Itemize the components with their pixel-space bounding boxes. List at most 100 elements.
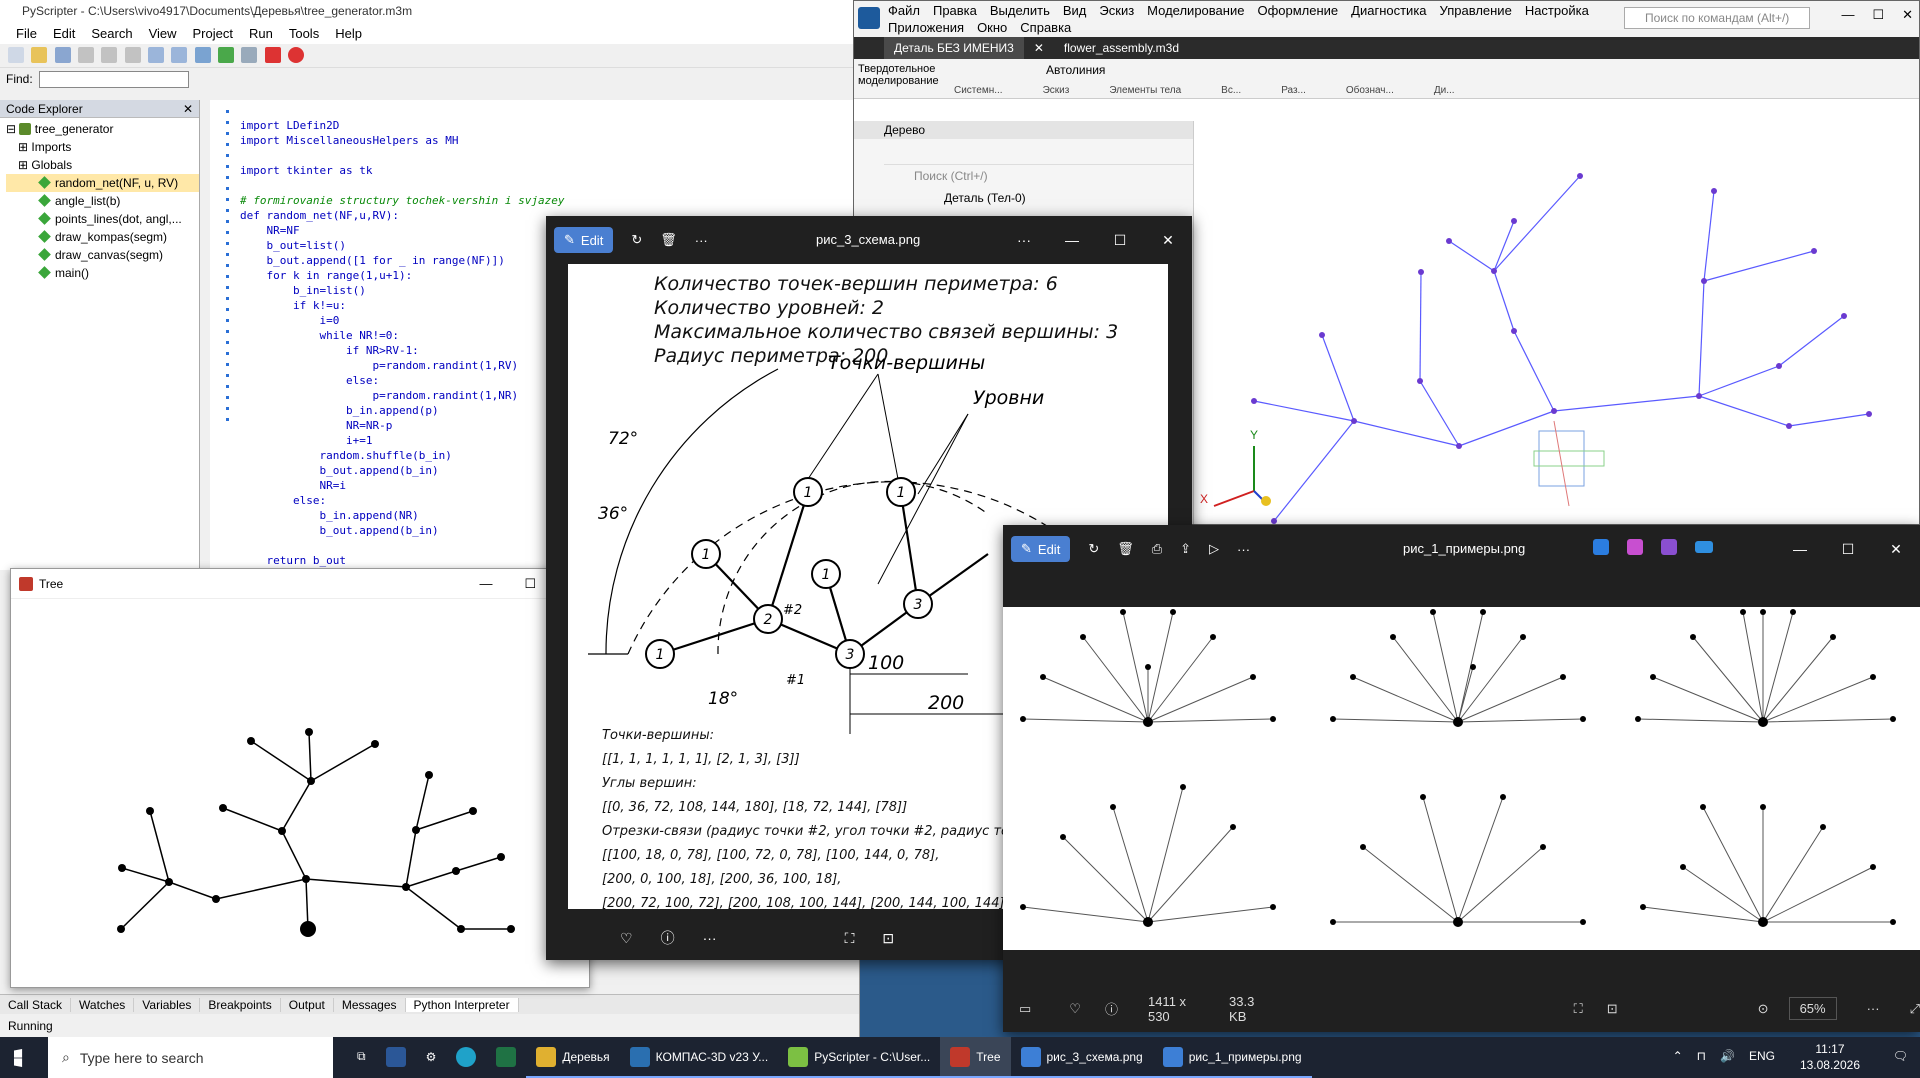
more-icon[interactable]: ··· xyxy=(1867,1001,1880,1016)
tree-item-draw-canvas[interactable]: draw_canvas(segm) xyxy=(6,246,199,264)
word-icon[interactable] xyxy=(376,1037,416,1078)
ribbon-group[interactable]: Вс... xyxy=(1221,85,1241,96)
maximize-icon[interactable]: ☐ xyxy=(1872,7,1884,23)
menu-help[interactable]: Help xyxy=(327,26,370,41)
autoline-label[interactable]: Автолиния xyxy=(1046,63,1105,77)
k-menu-file[interactable]: Файл xyxy=(888,3,920,18)
minimize-icon[interactable]: — xyxy=(1776,525,1824,573)
close-icon[interactable]: ✕ xyxy=(1872,525,1920,573)
delete-icon[interactable]: 🗑 xyxy=(660,232,677,248)
mode-label[interactable]: Твердотельное моделирование xyxy=(858,63,944,87)
more-icon[interactable]: ··· xyxy=(1237,542,1250,557)
more-icon[interactable]: ··· xyxy=(703,930,717,946)
filmstrip-icon[interactable]: ▭ xyxy=(1019,1001,1031,1017)
tab-output[interactable]: Output xyxy=(281,997,334,1012)
taskbar-app[interactable]: рис_1_примеры.png xyxy=(1152,1037,1312,1078)
tree-canvas[interactable] xyxy=(11,599,590,988)
language-indicator[interactable]: ENG xyxy=(1749,1049,1775,1063)
find-input[interactable] xyxy=(38,70,189,88)
breakpoint-icon[interactable] xyxy=(288,47,305,63)
menu-search[interactable]: Search xyxy=(83,26,140,41)
taskbar-search[interactable]: ⌕ Type here to search xyxy=(48,1037,333,1078)
tree-root-detail[interactable]: Деталь (Тел-0) xyxy=(944,187,1193,209)
undo-icon[interactable] xyxy=(148,47,165,63)
ribbon-group[interactable]: Системн... xyxy=(954,85,1003,96)
k-menu-design[interactable]: Оформление xyxy=(1257,3,1338,18)
tree-group-imports[interactable]: ⊞ Imports xyxy=(6,138,199,156)
scan-icon[interactable]: ⊡ xyxy=(1607,1001,1618,1017)
tab-close-icon[interactable]: ✕ xyxy=(1024,37,1054,59)
editor-icon[interactable] xyxy=(1661,539,1677,555)
tree-item-draw-kompas[interactable]: draw_kompas(segm) xyxy=(6,228,199,246)
task-view-icon[interactable]: ⧉ xyxy=(347,1037,376,1078)
maximize-icon[interactable]: ☐ xyxy=(1824,525,1872,573)
menu-tools[interactable]: Tools xyxy=(281,26,327,41)
edit-button[interactable]: ✎ Edit xyxy=(1011,536,1071,562)
k-menu-apps[interactable]: Приложения xyxy=(888,20,964,35)
edge-icon[interactable] xyxy=(446,1037,486,1078)
tab-watches[interactable]: Watches xyxy=(71,997,135,1012)
tab-flower-assembly[interactable]: flower_assembly.m3d xyxy=(1054,37,1189,59)
tab-breakpoints[interactable]: Breakpoints xyxy=(200,997,281,1012)
zoom-level[interactable]: 65% xyxy=(1788,997,1837,1020)
rotate-icon[interactable]: ↻ xyxy=(631,232,642,248)
tree-search[interactable]: Поиск (Ctrl+/) xyxy=(914,165,1193,187)
fit-icon[interactable]: ⛶ xyxy=(1574,1001,1583,1017)
tab-python-interpreter[interactable]: Python Interpreter xyxy=(405,997,519,1012)
debug-icon[interactable] xyxy=(241,47,258,63)
favorite-icon[interactable]: ♡ xyxy=(620,930,633,947)
tab-detail[interactable]: Деталь БЕЗ ИМЕНИ3 xyxy=(884,37,1024,59)
scan-icon[interactable]: ⊡ xyxy=(882,930,894,947)
minimize-icon[interactable]: — xyxy=(1841,7,1854,23)
find-icon[interactable] xyxy=(194,47,211,63)
ribbon-group[interactable]: Ди... xyxy=(1434,85,1455,96)
rotate-icon[interactable]: ↻ xyxy=(1088,541,1099,557)
settings-icon[interactable]: ⚙ xyxy=(416,1037,447,1078)
delete-icon[interactable]: 🗑 xyxy=(1117,541,1134,557)
tree-root[interactable]: ⊟ tree_generator xyxy=(6,120,199,138)
close-icon[interactable]: ✕ xyxy=(1902,7,1913,23)
ribbon-group[interactable]: Раз... xyxy=(1281,85,1306,96)
tree-group-globals[interactable]: ⊞ Globals xyxy=(6,156,199,174)
command-search[interactable]: Поиск по командам (Alt+/) xyxy=(1624,7,1810,29)
clock[interactable]: 11:17 13.08.2026 xyxy=(1800,1041,1860,1073)
redo-icon[interactable] xyxy=(171,47,188,63)
menu-view[interactable]: View xyxy=(141,26,185,41)
tree-item-main[interactable]: main() xyxy=(6,264,199,282)
taskbar-app[interactable]: рис_3_схема.png xyxy=(1010,1037,1153,1078)
ribbon-group[interactable]: Эскиз xyxy=(1043,85,1070,96)
chevron-up-icon[interactable]: ⌃ xyxy=(1673,1049,1683,1063)
fullscreen-icon[interactable]: ⤢ xyxy=(1910,1001,1920,1017)
ribbon-group[interactable]: Обознач... xyxy=(1346,85,1394,96)
k-menu-control[interactable]: Управление xyxy=(1440,3,1512,18)
tree-item-angle-list[interactable]: angle_list(b) xyxy=(6,192,199,210)
menu-edit[interactable]: Edit xyxy=(45,26,83,41)
k-menu-settings[interactable]: Настройка xyxy=(1525,3,1589,18)
print-icon[interactable]: ⎙ xyxy=(1152,541,1162,557)
maximize-icon[interactable]: ☐ xyxy=(524,569,536,599)
tree-item-points-lines[interactable]: points_lines(dot, angl,... xyxy=(6,210,199,228)
taskbar-app[interactable]: Деревья xyxy=(526,1037,620,1078)
taskbar-app[interactable]: PyScripter - C:\User... xyxy=(778,1037,941,1078)
close-icon[interactable]: ✕ xyxy=(183,100,193,117)
close-icon[interactable]: ✕ xyxy=(1144,216,1192,264)
k-menu-view[interactable]: Вид xyxy=(1063,3,1087,18)
copy-icon[interactable] xyxy=(101,47,118,63)
info-icon[interactable]: ⓘ xyxy=(1105,999,1118,1018)
k-menu-modeling[interactable]: Моделирование xyxy=(1147,3,1244,18)
excel-icon[interactable] xyxy=(486,1037,526,1078)
network-icon[interactable]: ⊓ xyxy=(1697,1049,1706,1063)
info-icon[interactable]: ⓘ xyxy=(661,928,675,948)
menu-run[interactable]: Run xyxy=(241,26,281,41)
open-folder-icon[interactable] xyxy=(31,47,48,63)
k-menu-select[interactable]: Выделить xyxy=(990,3,1050,18)
edit-button[interactable]: ✎ Edit xyxy=(554,227,614,253)
windows-start-icon[interactable] xyxy=(14,1049,23,1067)
tab-messages[interactable]: Messages xyxy=(334,997,406,1012)
tree-item-random-net[interactable]: random_net(NF, u, RV) xyxy=(6,174,199,192)
onedrive-icon[interactable] xyxy=(1695,541,1713,553)
tab-call-stack[interactable]: Call Stack xyxy=(0,997,72,1012)
slideshow-icon[interactable]: ▷ xyxy=(1209,541,1219,557)
menu-file[interactable]: File xyxy=(8,26,45,41)
notifications-icon[interactable]: 🗨 xyxy=(1893,1049,1908,1063)
